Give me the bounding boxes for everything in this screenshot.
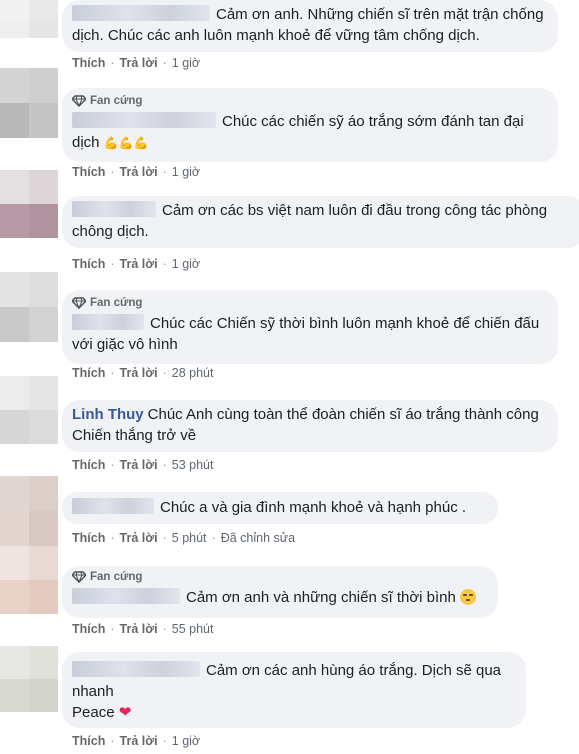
reply-link[interactable]: Trả lời [120, 56, 158, 70]
avatar[interactable] [0, 476, 58, 546]
avatar[interactable] [0, 272, 58, 342]
comment-timestamp[interactable]: 1 giờ [172, 257, 200, 271]
diamond-icon [72, 95, 86, 107]
separator-dot: · [110, 734, 115, 748]
separator-dot: · [162, 531, 167, 545]
comment-bubble: Cảm ơn các bs việt nam luôn đi đầu trong… [62, 196, 579, 248]
comment-actions: Thích · Trả lời · 53 phút [72, 458, 213, 472]
separator-dot: · [211, 531, 216, 545]
fan-badge-label: Fan cứng [90, 571, 143, 583]
comment-actions: Thích · Trả lời · 1 giờ [72, 165, 200, 179]
author-name-blurred[interactable] [72, 314, 144, 330]
comment-timestamp[interactable]: 1 giờ [172, 165, 200, 179]
separator-dot: · [110, 458, 115, 472]
author-name-blurred[interactable] [72, 112, 216, 128]
separator-dot: · [162, 366, 167, 380]
like-link[interactable]: Thích [72, 366, 105, 380]
author-name-blurred[interactable] [72, 588, 180, 604]
avatar[interactable] [0, 546, 58, 614]
avatar[interactable] [0, 0, 58, 38]
comment-bubble: Cảm ơn các anh hùng áo trắng. Dịch sẽ qu… [62, 652, 526, 728]
comment-timestamp[interactable]: 1 giờ [172, 56, 200, 70]
avatar[interactable] [0, 170, 58, 238]
reply-link[interactable]: Trả lời [120, 257, 158, 271]
author-name-blurred[interactable] [72, 201, 156, 217]
separator-dot: · [162, 257, 167, 271]
diamond-icon [72, 297, 86, 309]
separator-dot: · [162, 56, 167, 70]
separator-dot: · [110, 165, 115, 179]
reply-link[interactable]: Trả lời [120, 531, 158, 545]
comment-timestamp[interactable]: 5 phút [172, 531, 207, 545]
fan-badge: Fan cứng [72, 570, 486, 584]
reply-link[interactable]: Trả lời [120, 622, 158, 636]
author-name-blurred[interactable] [72, 498, 154, 514]
like-link[interactable]: Thích [72, 734, 105, 748]
separator-dot: · [162, 165, 167, 179]
comment-bubble: Fan cứng Chúc các chiến sỹ áo trắng sớm … [62, 88, 558, 162]
separator-dot: · [110, 622, 115, 636]
comment-bubble: Chúc a và gia đình mạnh khoẻ và hạnh phú… [62, 492, 498, 524]
comment-actions: Thích · Trả lời · 1 giờ [72, 734, 200, 748]
separator-dot: · [110, 56, 115, 70]
diamond-icon [72, 571, 86, 583]
avatar[interactable] [0, 376, 58, 444]
comment-timestamp[interactable]: 28 phút [172, 366, 214, 380]
comment-text-line-2: Peace [72, 704, 115, 721]
reply-link[interactable]: Trả lời [120, 165, 158, 179]
separator-dot: · [162, 622, 167, 636]
comment-actions: Thích · Trả lời · 28 phút [72, 366, 213, 380]
comment-bubble: Linh Thuy Chúc Anh cùng toàn thể đoàn chi… [62, 400, 558, 452]
author-name-blurred[interactable] [72, 661, 200, 677]
comment-bubble: Fan cứng Chúc các Chiến sỹ thời bình luô… [62, 290, 558, 364]
comment-actions: Thích · Trả lời · 5 phút · Đã chỉnh sửa [72, 531, 295, 545]
comment-text: Chúc a và gia đình mạnh khoẻ và hạnh phú… [160, 499, 467, 516]
separator-dot: · [110, 257, 115, 271]
comment-timestamp[interactable]: 55 phút [172, 622, 214, 636]
reply-link[interactable]: Trả lời [120, 734, 158, 748]
author-name[interactable]: Linh Thuy [72, 406, 144, 423]
avatar[interactable] [0, 646, 58, 712]
fan-badge: Fan cứng [72, 94, 546, 108]
fan-badge: Fan cứng [72, 296, 546, 310]
comment-text: Cảm ơn anh và những chiến sĩ thời bình [186, 589, 456, 606]
comment-actions: Thích · Trả lời · 55 phút [72, 622, 213, 636]
author-name-blurred[interactable] [72, 5, 210, 21]
avatar[interactable] [0, 68, 58, 138]
comment-timestamp[interactable]: 53 phút [172, 458, 214, 472]
like-link[interactable]: Thích [72, 622, 105, 636]
comment-timestamp[interactable]: 1 giờ [172, 734, 200, 748]
comment-bubble: Fan cứng Cảm ơn anh và những chiến sĩ th… [62, 566, 498, 618]
comment-bubble: Cảm ơn anh. Những chiến sĩ trên mặt trận… [62, 0, 558, 52]
flexed-biceps-icon: 💪💪💪 [103, 136, 149, 150]
like-link[interactable]: Thích [72, 165, 105, 179]
comment-actions: Thích · Trả lời · 1 giờ [72, 257, 200, 271]
separator-dot: · [162, 458, 167, 472]
reply-link[interactable]: Trả lời [120, 366, 158, 380]
like-link[interactable]: Thích [72, 257, 105, 271]
reply-link[interactable]: Trả lời [120, 458, 158, 472]
separator-dot: · [110, 366, 115, 380]
like-link[interactable]: Thích [72, 458, 105, 472]
separator-dot: · [162, 734, 167, 748]
edited-label[interactable]: Đã chỉnh sửa [221, 531, 295, 545]
separator-dot: · [110, 531, 115, 545]
like-link[interactable]: Thích [72, 56, 105, 70]
like-link[interactable]: Thích [72, 531, 105, 545]
comment-actions: Thích · Trả lời · 1 giờ [72, 56, 200, 70]
red-heart-icon: ❤ [118, 704, 132, 721]
fan-badge-label: Fan cứng [90, 95, 143, 107]
fan-badge-label: Fan cứng [90, 297, 143, 309]
relieved-face-icon [460, 589, 477, 605]
